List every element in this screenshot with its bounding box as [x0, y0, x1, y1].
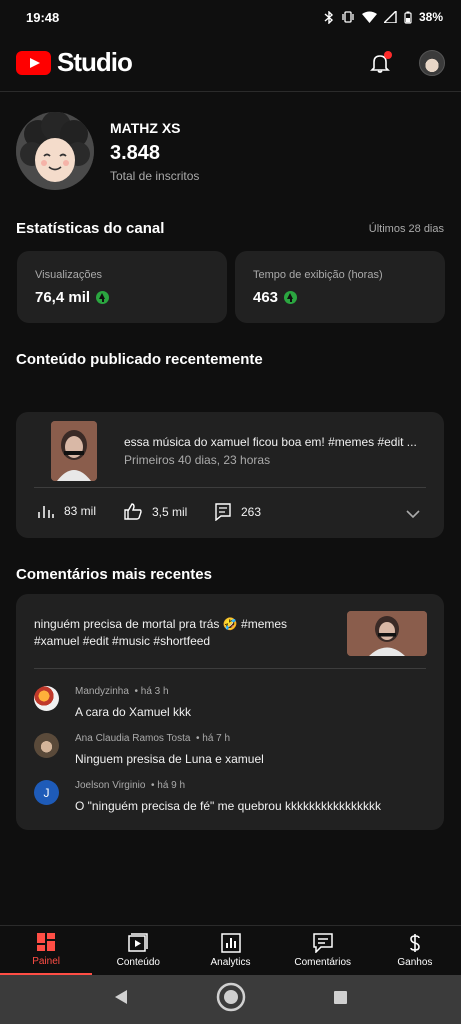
- comments-icon: [312, 933, 333, 953]
- nav-dashboard[interactable]: Painel: [0, 926, 93, 975]
- comment-icon: [215, 503, 231, 521]
- nav-earnings[interactable]: Ganhos: [369, 926, 461, 975]
- channel-info: MATHZ XS 3.848 Total de inscritos: [110, 120, 199, 183]
- video-comments: 263: [241, 505, 262, 519]
- dollar-icon: [410, 934, 420, 952]
- watch-time-card[interactable]: Tempo de exibição (horas) 463: [235, 251, 445, 323]
- comment-text: A cara do Xamuel kkk: [75, 705, 192, 719]
- comments-divider: [34, 668, 426, 669]
- wifi-icon: [361, 11, 377, 23]
- bottom-navigation: Painel Conteúdo Analytics Comentários Ga…: [0, 925, 461, 975]
- youtube-logo-icon: [16, 50, 51, 75]
- nav-content[interactable]: Conteúdo: [92, 926, 184, 975]
- video-likes-metric: 3,5 mil: [124, 503, 187, 520]
- trend-up-icon: [284, 291, 298, 304]
- thumbnail-art: [347, 611, 427, 656]
- notification-dot: [384, 50, 392, 59]
- comment-item[interactable]: Mandyzinha • há 3 h A cara do Xamuel kkk: [34, 686, 191, 719]
- system-home-button[interactable]: [216, 982, 246, 1017]
- video-likes: 3,5 mil: [152, 504, 188, 519]
- home-circle-icon: [216, 982, 246, 1012]
- account-avatar[interactable]: [419, 49, 445, 76]
- comment-item[interactable]: J Joelson Virginio • há 9 h O "ninguém p…: [34, 780, 381, 813]
- comment-video-thumbnail[interactable]: [347, 611, 427, 656]
- nav-analytics[interactable]: Analytics: [184, 926, 276, 975]
- vibrate-icon: [342, 11, 354, 23]
- commenter-avatar: J: [34, 780, 59, 805]
- subscriber-count: 3.848: [110, 141, 161, 164]
- nav-label: Conteúdo: [116, 957, 160, 968]
- thumbs-up-icon: [124, 503, 142, 520]
- expand-button[interactable]: [406, 506, 420, 524]
- battery-icon: [404, 11, 412, 24]
- views-label: Visualizações: [35, 269, 103, 281]
- comment-meta: Mandyzinha • há 3 h: [75, 686, 169, 697]
- subscriber-label: Total de inscritos: [110, 168, 200, 183]
- channel-name: MATHZ XS: [110, 119, 181, 136]
- thumbnail-art: [51, 421, 97, 481]
- comment-text: Ninguem presisa de Luna e xamuel: [75, 752, 264, 766]
- watch-time-value: 463: [253, 289, 279, 306]
- comment-meta: Ana Claudia Ramos Tosta • há 7 h: [75, 733, 231, 744]
- channel-stats-title: Estatísticas do canal: [16, 220, 165, 237]
- analytics-icon: [220, 933, 241, 953]
- card-divider: [34, 487, 426, 488]
- system-back-button[interactable]: [113, 989, 129, 1010]
- views-value: 76,4 mil: [35, 289, 91, 306]
- commenter-avatar: [34, 686, 59, 711]
- commenter-avatar: [34, 733, 59, 758]
- views-card[interactable]: Visualizações 76,4 mil: [17, 251, 227, 323]
- comment-text: O "ninguém precisa de fé" me quebrou kkk…: [75, 799, 381, 813]
- chevron-down-icon: [406, 510, 420, 519]
- notifications-button[interactable]: [369, 50, 392, 74]
- video-views-metric: 83 mil: [38, 503, 96, 519]
- video-title: essa música do xamuel ficou boa em! #mem…: [124, 435, 417, 449]
- system-recents-button[interactable]: [333, 990, 348, 1010]
- comment-meta: Joelson Virginio • há 9 h: [75, 780, 186, 791]
- video-meta: Primeiros 40 dias, 23 horas: [124, 453, 271, 467]
- video-comments-metric: 263: [215, 503, 261, 521]
- app-header: Studio: [0, 34, 461, 92]
- battery-percent: 38%: [418, 10, 443, 24]
- back-triangle-icon: [115, 990, 128, 1004]
- video-thumbnail[interactable]: [51, 421, 97, 481]
- bar-chart-icon: [38, 506, 54, 518]
- watch-time-label: Tempo de exibição (horas): [253, 269, 383, 281]
- avatar-art: [16, 112, 94, 190]
- nav-comments[interactable]: Comentários: [277, 926, 369, 975]
- status-time: 19:48: [26, 9, 60, 25]
- system-navigation-bar: [0, 975, 461, 1024]
- youtube-studio-logo[interactable]: Studio: [16, 47, 133, 78]
- nav-label: Analytics: [210, 957, 251, 968]
- recent-comments-title: Comentários mais recentes: [16, 566, 212, 583]
- nav-label: Painel: [32, 956, 60, 967]
- recents-square-icon: [333, 990, 347, 1004]
- channel-header: MATHZ XS 3.848 Total de inscritos: [16, 112, 446, 190]
- video-library-icon: [128, 933, 149, 952]
- channel-avatar[interactable]: [16, 112, 94, 190]
- app-name: Studio: [57, 47, 133, 77]
- trend-up-icon: [96, 291, 110, 304]
- recent-content-title: Conteúdo publicado recentemente: [16, 351, 263, 368]
- comment-item[interactable]: Ana Claudia Ramos Tosta • há 7 h Ninguem…: [34, 733, 264, 766]
- dashboard-icon: [37, 933, 56, 951]
- video-views: 83 mil: [64, 504, 97, 518]
- status-bar: 19:48 38%: [0, 0, 461, 34]
- nav-label: Ganhos: [397, 957, 433, 968]
- nav-label: Comentários: [294, 957, 352, 968]
- stats-period: Últimos 28 dias: [368, 223, 444, 235]
- bluetooth-icon: [324, 10, 333, 24]
- signal-icon: [383, 11, 397, 23]
- comment-video-title: ninguém precisa de mortal pra trás 🤣 #me…: [34, 617, 288, 648]
- status-icons: 38%: [324, 10, 443, 24]
